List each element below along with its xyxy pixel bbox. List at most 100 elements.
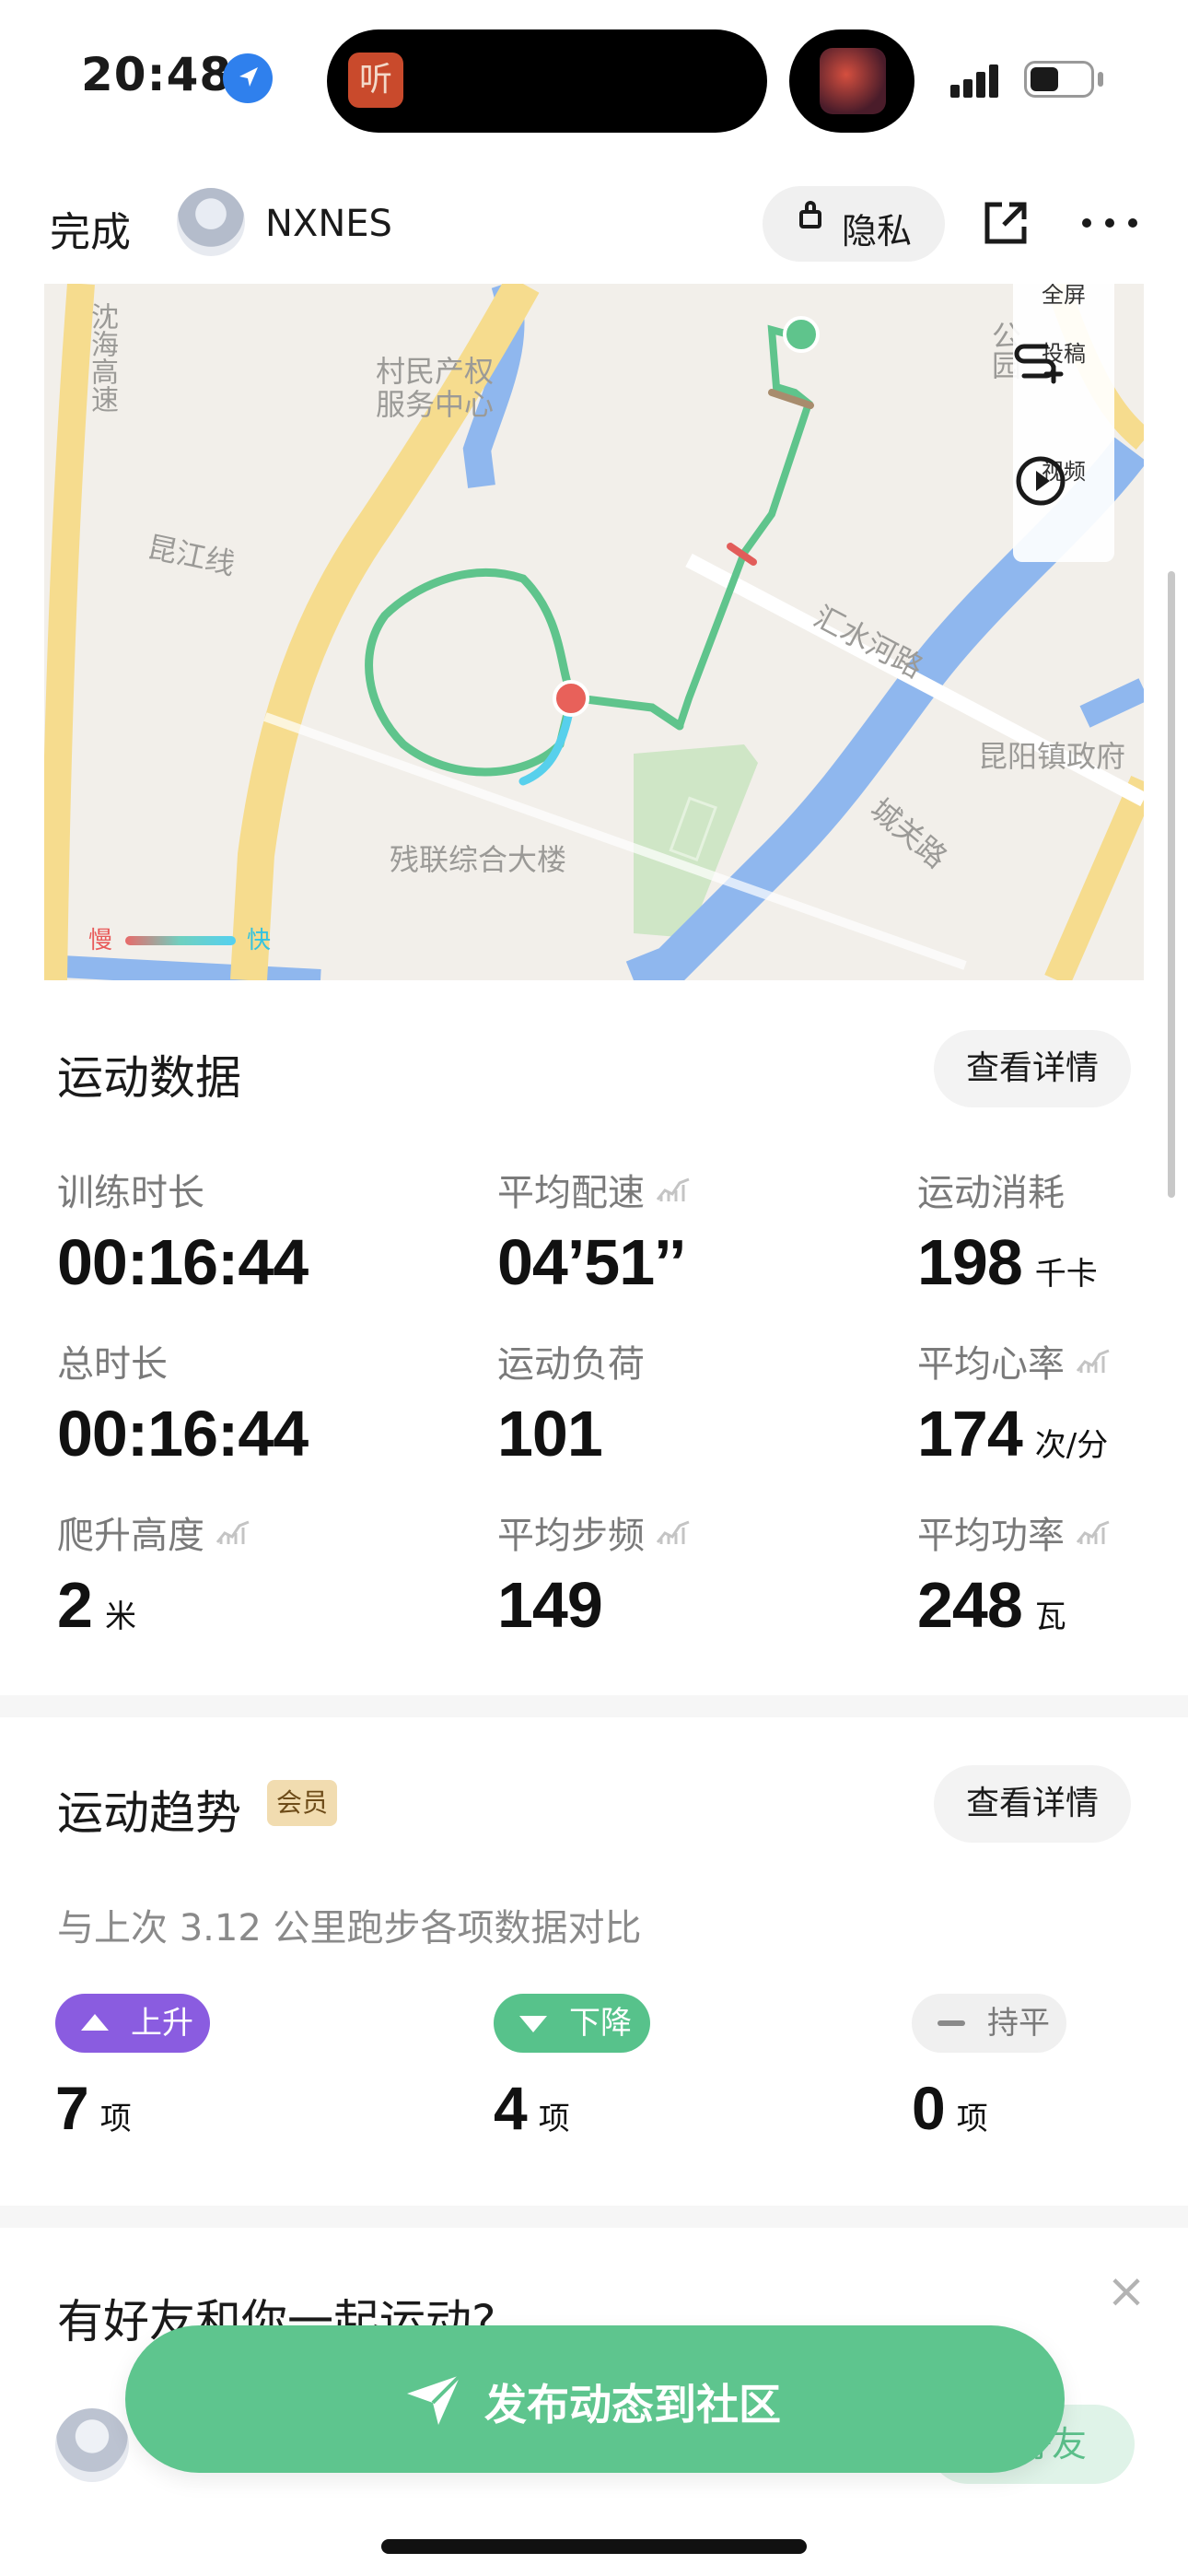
location-arrow-icon — [223, 53, 273, 103]
arrow-down-icon — [519, 2016, 547, 2032]
trend-up-pill: 上升 — [55, 1994, 210, 2053]
status-time: 20:48 — [81, 48, 233, 101]
mini-trend-icon — [656, 1520, 690, 1544]
route-start-marker — [783, 316, 820, 353]
map-canvas — [44, 284, 1144, 980]
stat-unit: 次/分 — [1034, 1427, 1109, 1464]
trend-up-label: 上升 — [131, 2005, 193, 2042]
stat-value: 00:16:44 — [57, 1226, 309, 1298]
cellular-signal-icon — [950, 64, 998, 98]
stat-value: 149 — [497, 1569, 603, 1641]
trend-flat-pill: 持平 — [912, 1994, 1066, 2053]
battery-cap — [1098, 72, 1103, 87]
stat-label: 训练时长 — [57, 1172, 204, 1214]
stat-value: 04’51’’ — [497, 1226, 686, 1298]
map-label-service-center: 服务中心 — [376, 387, 495, 422]
stat-value: 101 — [497, 1398, 603, 1469]
stat-item: 平均步频 149 — [497, 1505, 691, 1642]
publish-to-community-button[interactable]: 发布动态到社区 — [125, 2325, 1065, 2473]
publish-label: 发布动态到社区 — [484, 2380, 781, 2430]
user-avatar[interactable] — [177, 188, 245, 256]
battery-icon — [1024, 61, 1094, 98]
map-label-gov: 昆阳镇政府 — [978, 739, 1126, 774]
play-icon — [1016, 456, 1066, 506]
route-loop — [365, 568, 684, 777]
stat-item: 爬升高度 2 米 — [57, 1505, 250, 1642]
route-end-marker — [553, 680, 589, 717]
mini-trend-icon — [656, 1177, 690, 1201]
stat-item: 平均配速 04’51’’ — [497, 1163, 691, 1299]
friend-avatar[interactable] — [55, 2408, 129, 2482]
trend-up-count: 7项 — [55, 2074, 132, 2142]
route-map[interactable]: 沈海高速 村民产权 服务中心 昆江线 汇水河路 昆阳镇政府 城关路 残联综合大楼… — [44, 284, 1144, 980]
trend-flat-count: 0项 — [912, 2074, 988, 2142]
stat-item: 运动负荷 101 — [497, 1334, 645, 1470]
workout-detail-button[interactable]: 查看详情 — [934, 1030, 1131, 1107]
section-divider — [0, 1695, 1188, 1717]
stat-unit: 千卡 — [1034, 1256, 1098, 1293]
road-highway — [44, 284, 95, 980]
stat-label: 运动负荷 — [497, 1343, 645, 1386]
stat-label: 爬升高度 — [57, 1505, 250, 1559]
submit-button[interactable]: 投稿 — [1013, 335, 1114, 384]
stat-label: 平均步频 — [497, 1505, 691, 1559]
video-button[interactable]: 视频 — [1013, 453, 1114, 506]
stat-value: 198 千卡 — [917, 1226, 1098, 1298]
stat-label: 平均配速 — [497, 1163, 691, 1216]
scrollbar[interactable] — [1168, 571, 1175, 1198]
stat-value: 00:16:44 — [57, 1398, 309, 1469]
trend-section-title: 运动趋势 — [57, 1786, 241, 1840]
stat-unit: 米 — [104, 1598, 136, 1635]
stat-item: 平均心率 174 次/分 — [917, 1334, 1111, 1470]
stat-label: 总时长 — [57, 1343, 168, 1386]
trend-down-pill: 下降 — [494, 1994, 650, 2053]
workout-section-title: 运动数据 — [57, 1051, 241, 1105]
map-controls: 全屏 投稿 视频 — [1013, 284, 1114, 562]
arrow-up-icon — [81, 2014, 109, 2031]
map-label-building: 残联综合大楼 — [390, 842, 567, 877]
stat-label: 运动消耗 — [917, 1172, 1065, 1214]
trend-flat-label: 持平 — [987, 2005, 1050, 2042]
privacy-button[interactable]: 隐私 — [763, 186, 945, 262]
compare-text: 与上次 3.12 公里跑步各项数据对比 — [57, 1907, 642, 1950]
submit-icon — [1014, 344, 1064, 384]
mini-trend-icon — [215, 1520, 250, 1544]
lock-icon — [799, 201, 821, 228]
more-icon[interactable] — [1077, 197, 1142, 249]
dash-icon — [938, 2020, 965, 2026]
trend-down-count: 4项 — [494, 2074, 570, 2142]
stat-value: 174 次/分 — [917, 1398, 1109, 1469]
fullscreen-label: 全屏 — [1042, 284, 1086, 308]
privacy-label: 隐私 — [842, 211, 913, 252]
done-button[interactable]: 完成 — [50, 199, 131, 258]
album-art-icon[interactable] — [820, 48, 886, 114]
stat-item: 总时长 00:16:44 — [57, 1334, 309, 1470]
status-bar: 20:48 听 — [0, 0, 1188, 157]
legend-gradient — [125, 936, 236, 945]
stat-item: 运动消耗 198 千卡 — [917, 1163, 1098, 1299]
top-nav: 完成 NXNES 隐私 — [0, 173, 1188, 275]
home-indicator[interactable] — [381, 2539, 807, 2554]
listen-app-icon[interactable]: 听 — [348, 53, 403, 108]
section-divider — [0, 2206, 1188, 2228]
mini-trend-icon — [1076, 1349, 1110, 1373]
legend-slow: 慢 — [88, 927, 113, 954]
fullscreen-button[interactable]: 全屏 — [1013, 284, 1114, 311]
close-icon[interactable]: × — [1103, 2267, 1149, 2315]
speed-legend: 慢 快 — [88, 921, 319, 958]
route-segment-north — [740, 324, 813, 556]
trend-down-label: 下降 — [569, 2005, 632, 2042]
username[interactable]: NXNES — [265, 203, 392, 245]
vip-badge: 会员 — [267, 1780, 337, 1826]
share-icon[interactable] — [982, 199, 1030, 247]
legend-fast: 快 — [247, 927, 272, 954]
stat-value: 2米 — [57, 1569, 136, 1641]
stat-item: 平均功率 248 瓦 — [917, 1505, 1111, 1642]
stat-label: 平均功率 — [917, 1505, 1111, 1559]
send-icon — [407, 2373, 462, 2425]
stat-item: 训练时长 00:16:44 — [57, 1163, 309, 1299]
trend-detail-button[interactable]: 查看详情 — [934, 1765, 1131, 1843]
mini-trend-icon — [1076, 1520, 1110, 1544]
stat-label: 平均心率 — [917, 1334, 1111, 1388]
map-label-highway: 沈海高速 — [86, 302, 118, 413]
